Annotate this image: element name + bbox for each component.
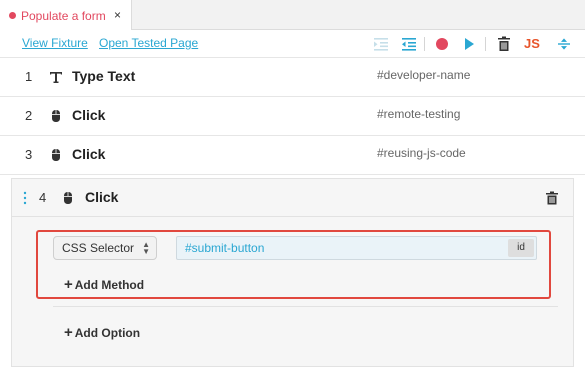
selector-input[interactable]: #submit-button id bbox=[176, 236, 537, 260]
outdent-list-icon[interactable] bbox=[401, 36, 417, 52]
add-option-button[interactable]: + Add Option bbox=[64, 324, 140, 341]
add-option-label: Add Option bbox=[74, 326, 141, 340]
plus-icon: + bbox=[64, 276, 73, 293]
add-method-label: Add Method bbox=[74, 278, 145, 292]
mouse-icon bbox=[52, 149, 60, 161]
command-row[interactable]: 3 Click #reusing-js-code bbox=[0, 136, 585, 175]
command-selector: #developer-name bbox=[377, 68, 471, 82]
command-number: 4 bbox=[39, 190, 47, 205]
editor-toolbar: View Fixture Open Tested Page JS bbox=[0, 30, 585, 58]
mouse-icon bbox=[64, 192, 72, 204]
plus-icon: + bbox=[64, 324, 73, 341]
toolbar-separator bbox=[485, 37, 486, 51]
tab-populate-a-form[interactable]: Populate a form × bbox=[0, 0, 132, 31]
divider bbox=[53, 306, 558, 307]
select-arrows-icon: ▲ ▼ bbox=[142, 240, 150, 256]
command-name: Type Text bbox=[72, 68, 136, 84]
delete-command-icon[interactable] bbox=[545, 191, 559, 205]
record-icon[interactable] bbox=[434, 36, 450, 52]
mouse-icon bbox=[52, 110, 60, 122]
command-name: Click bbox=[72, 146, 106, 162]
indent-list-icon[interactable] bbox=[373, 36, 389, 52]
drag-handle-icon[interactable] bbox=[23, 191, 27, 205]
id-badge: id bbox=[508, 239, 534, 257]
collapse-icon[interactable] bbox=[556, 36, 572, 52]
expanded-command-header[interactable]: 4 Click bbox=[12, 179, 573, 217]
command-name: Click bbox=[85, 189, 119, 205]
command-number: 2 bbox=[25, 108, 33, 123]
selector-value: #submit-button bbox=[185, 241, 265, 255]
command-name: Click bbox=[72, 107, 106, 123]
type-text-icon bbox=[50, 72, 62, 83]
command-row[interactable]: 1 Type Text #developer-name bbox=[0, 58, 585, 97]
close-tab-icon[interactable]: × bbox=[114, 8, 121, 22]
tab-bar: Populate a form × bbox=[0, 0, 585, 31]
js-export-icon[interactable]: JS bbox=[524, 36, 540, 51]
command-selector: #remote-testing bbox=[377, 107, 461, 121]
unsaved-dot-icon bbox=[9, 12, 16, 19]
toolbar-separator bbox=[424, 37, 425, 51]
selector-method-label: CSS Selector bbox=[62, 241, 135, 255]
add-method-button[interactable]: + Add Method bbox=[64, 276, 144, 293]
open-tested-page-link[interactable]: Open Tested Page bbox=[99, 36, 198, 50]
play-icon[interactable] bbox=[461, 36, 477, 52]
tab-title: Populate a form bbox=[21, 8, 106, 23]
command-number: 3 bbox=[25, 147, 33, 162]
clear-all-icon[interactable] bbox=[496, 36, 512, 52]
view-fixture-link[interactable]: View Fixture bbox=[22, 36, 88, 50]
command-selector: #reusing-js-code bbox=[377, 146, 466, 160]
selector-method-select[interactable]: CSS Selector ▲ ▼ bbox=[53, 236, 157, 260]
command-number: 1 bbox=[25, 69, 33, 84]
command-row[interactable]: 2 Click #remote-testing bbox=[0, 97, 585, 136]
test-editor-panel: View Fixture Open Tested Page JS 1 Type … bbox=[0, 30, 585, 371]
